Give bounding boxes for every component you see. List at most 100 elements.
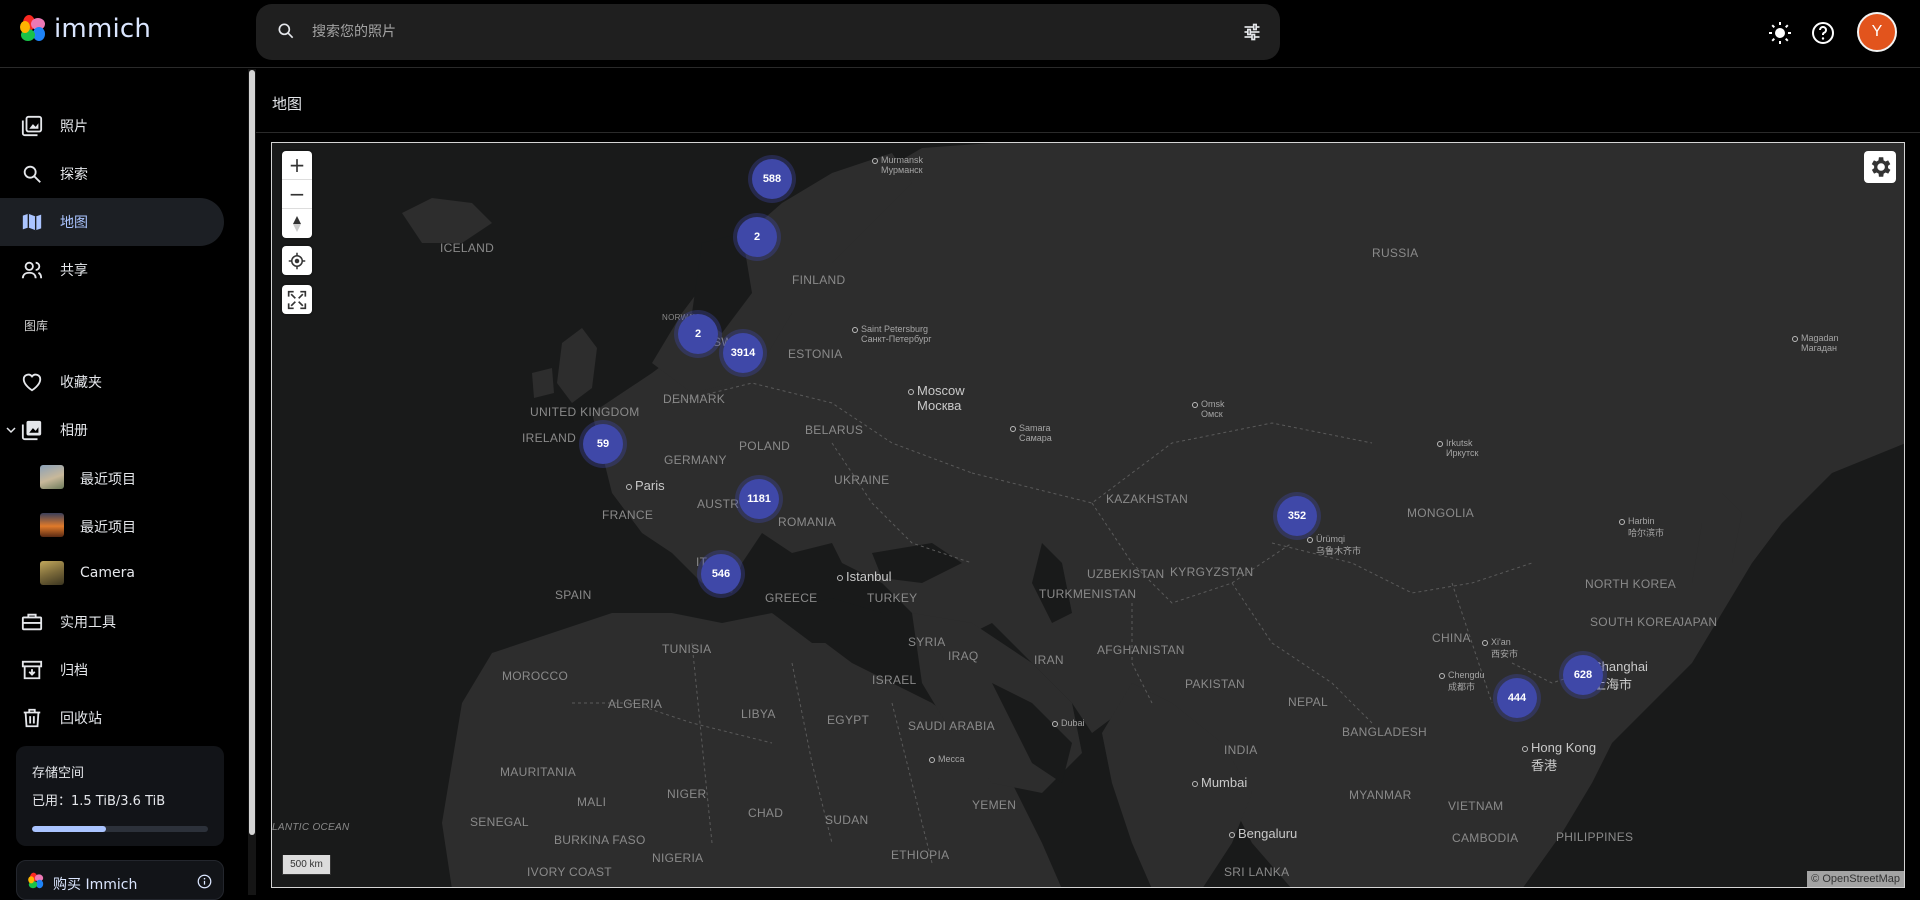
map-icon	[22, 213, 42, 231]
sidebar-item-label: 地图	[60, 215, 88, 231]
app-name: immich	[54, 14, 152, 44]
tune-icon[interactable]	[1242, 22, 1262, 42]
map-label-country: NEPAL	[1288, 695, 1328, 709]
help-icon[interactable]	[1811, 21, 1835, 45]
user-avatar[interactable]: Y	[1857, 12, 1897, 52]
album-thumbnail	[40, 465, 64, 489]
search-input[interactable]	[312, 18, 1212, 46]
map-label-country: MOROCCO	[502, 669, 569, 683]
locate-button[interactable]	[282, 246, 312, 275]
map-label-country: ISRAEL	[872, 673, 917, 687]
map-attribution[interactable]: © OpenStreetMap	[1807, 871, 1904, 887]
sidebar-item-explore[interactable]: 探索	[0, 150, 224, 198]
album-item[interactable]: 最近项目	[0, 502, 224, 548]
map-label-city: Chengdu 成都市	[1439, 670, 1485, 693]
map-label-country: BANGLADESH	[1342, 725, 1428, 739]
map-settings-button[interactable]	[1864, 151, 1896, 183]
compass-button[interactable]	[282, 209, 312, 238]
photo-cluster-marker[interactable]: 59	[583, 424, 623, 464]
album-label: 最近项目	[80, 472, 136, 488]
map-label-country: BELARUS	[805, 423, 864, 437]
sidebar-item-archive[interactable]: 归档	[0, 646, 224, 694]
photo-cluster-marker[interactable]: 444	[1497, 678, 1537, 718]
photo-cluster-marker[interactable]: 3914	[723, 333, 763, 373]
locate-icon	[288, 252, 306, 269]
map-label-country: INDIA	[1224, 743, 1258, 757]
buy-immich-button[interactable]: 购买 Immich	[16, 860, 224, 900]
storage-title: 存储空间	[32, 766, 85, 781]
album-label: 最近项目	[80, 520, 136, 536]
photo-cluster-marker[interactable]: 546	[701, 554, 741, 594]
sidebar-item-label: 照片	[60, 119, 88, 135]
map-label-country: PHILIPPINES	[1556, 830, 1634, 844]
map-label-city: Irkutsk Иркутск	[1437, 438, 1478, 458]
photo-cluster-marker[interactable]: 2	[737, 217, 777, 257]
map-label-country: TURKMENISTAN	[1039, 587, 1137, 601]
map-label-country: IRAQ	[948, 649, 979, 663]
sidebar-item-photos[interactable]: 照片	[0, 102, 224, 150]
chevron-down-icon[interactable]	[6, 425, 16, 435]
map-label-country: ETHIOPIA	[891, 848, 950, 862]
sidebar-item-trash[interactable]: 回收站	[0, 694, 224, 742]
map-label-country: SENEGAL	[470, 815, 529, 829]
sidebar-item-label: 相册	[60, 423, 88, 439]
album-item[interactable]: 最近项目	[0, 454, 224, 500]
photo-cluster-marker[interactable]: 628	[1563, 655, 1603, 695]
map-label-city: Ürümqi 乌鲁木齐市	[1307, 534, 1361, 557]
map-label-country: LIBYA	[741, 707, 776, 721]
map-label-country: AUSTR	[697, 497, 740, 511]
storage-progress-bar	[32, 826, 208, 832]
map-label-country: BURKINA FASO	[554, 833, 646, 847]
trash-icon	[23, 708, 41, 728]
storage-card: 存储空间 已用：1.5 TiB/3.6 TiB	[16, 746, 224, 846]
buy-immich-label: 购买 Immich	[53, 877, 138, 893]
storage-usage: 已用：1.5 TiB/3.6 TiB	[32, 794, 166, 809]
sidebar-item-utilities[interactable]: 实用工具	[0, 598, 224, 646]
sidebar-item-favorites[interactable]: 收藏夹	[0, 358, 224, 406]
map-label-city: Mecca	[929, 754, 965, 764]
photo-cluster-marker[interactable]: 352	[1277, 496, 1317, 536]
photo-cluster-marker[interactable]: 1181	[739, 479, 779, 519]
sidebar-scrollbar-thumb[interactable]	[249, 70, 255, 835]
photo-cluster-marker[interactable]: 588	[752, 159, 792, 199]
photo-cluster-marker[interactable]: 2	[678, 314, 718, 354]
search-icon[interactable]	[276, 21, 296, 41]
map-label-country: IVORY COAST	[527, 865, 612, 879]
map-label-city: Magadan Магадан	[1792, 333, 1839, 353]
album-item[interactable]: Camera	[0, 550, 224, 596]
map-label-city: Dubai	[1052, 718, 1085, 728]
theme-toggle-icon[interactable]	[1768, 21, 1792, 45]
map-label-country: YEMEN	[972, 798, 1017, 812]
immich-logo-icon	[20, 15, 45, 41]
sidebar-item-label: 实用工具	[60, 615, 116, 631]
immich-logo[interactable]: immich	[18, 14, 151, 44]
album-thumbnail	[40, 561, 64, 585]
fullscreen-icon	[287, 290, 307, 309]
map-view[interactable]: + − ICELAND FINLAND RUSSIA NORWAY ESTONI…	[271, 142, 1905, 888]
search-bar[interactable]	[256, 4, 1280, 60]
map-label-country: EGYPT	[827, 713, 870, 727]
map-label-country: RUSSIA	[1372, 246, 1419, 260]
album-icon	[21, 420, 42, 441]
sidebar-item-sharing[interactable]: 共享	[0, 246, 224, 294]
fullscreen-control	[282, 285, 312, 314]
map-label-country: IRAN	[1034, 653, 1064, 667]
map-label-country: TUNISIA	[662, 642, 712, 656]
map-label-country: POLAND	[739, 439, 791, 453]
title-divider	[256, 132, 1920, 133]
map-label-country: IRELAND	[522, 431, 577, 445]
people-icon	[21, 261, 43, 279]
sidebar-item-map[interactable]: 地图	[0, 198, 224, 246]
zoom-out-button[interactable]: −	[282, 180, 312, 209]
map-label-country: FRANCE	[602, 508, 654, 522]
map-label-country: ICELAND	[440, 241, 495, 255]
zoom-in-button[interactable]: +	[282, 151, 312, 180]
archive-icon	[21, 660, 43, 680]
sidebar-item-albums[interactable]: 相册	[0, 406, 224, 454]
map-label-city: Hong Kong 香港	[1522, 740, 1596, 774]
fullscreen-button[interactable]	[282, 285, 312, 314]
info-icon[interactable]	[197, 874, 212, 889]
map-label-country: ALGERIA	[608, 697, 663, 711]
map-label-city: Bengaluru	[1229, 826, 1297, 841]
sidebar-item-label: 回收站	[60, 711, 102, 727]
